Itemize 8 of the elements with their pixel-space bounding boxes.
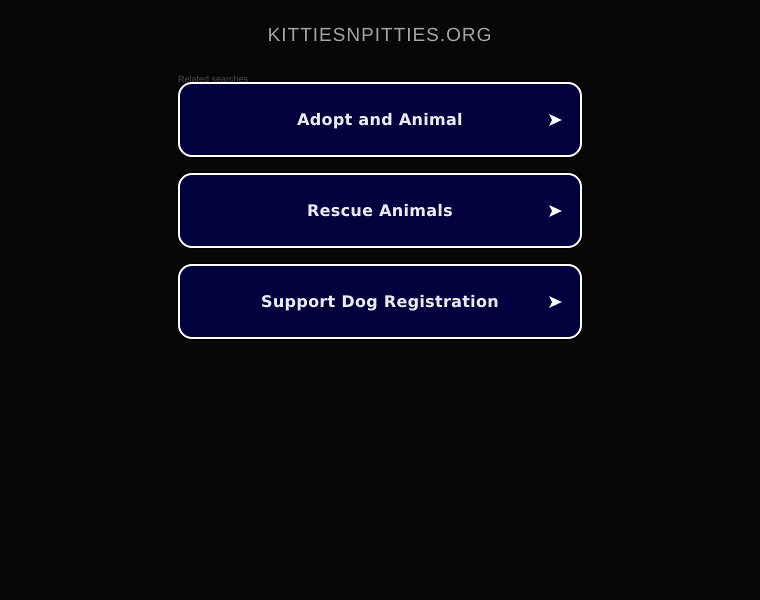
search-link[interactable]: Adopt and Animal [178,82,582,157]
search-link[interactable]: Rescue Animals [178,173,582,248]
arrow-icon [549,114,562,126]
site-domain: KITTIESNPITTIES.ORG [268,24,492,48]
section-label: Related searches [178,73,248,85]
arrow-icon [549,205,562,217]
search-link[interactable]: Support Dog Registration [178,264,582,339]
arrow-icon [549,296,562,308]
